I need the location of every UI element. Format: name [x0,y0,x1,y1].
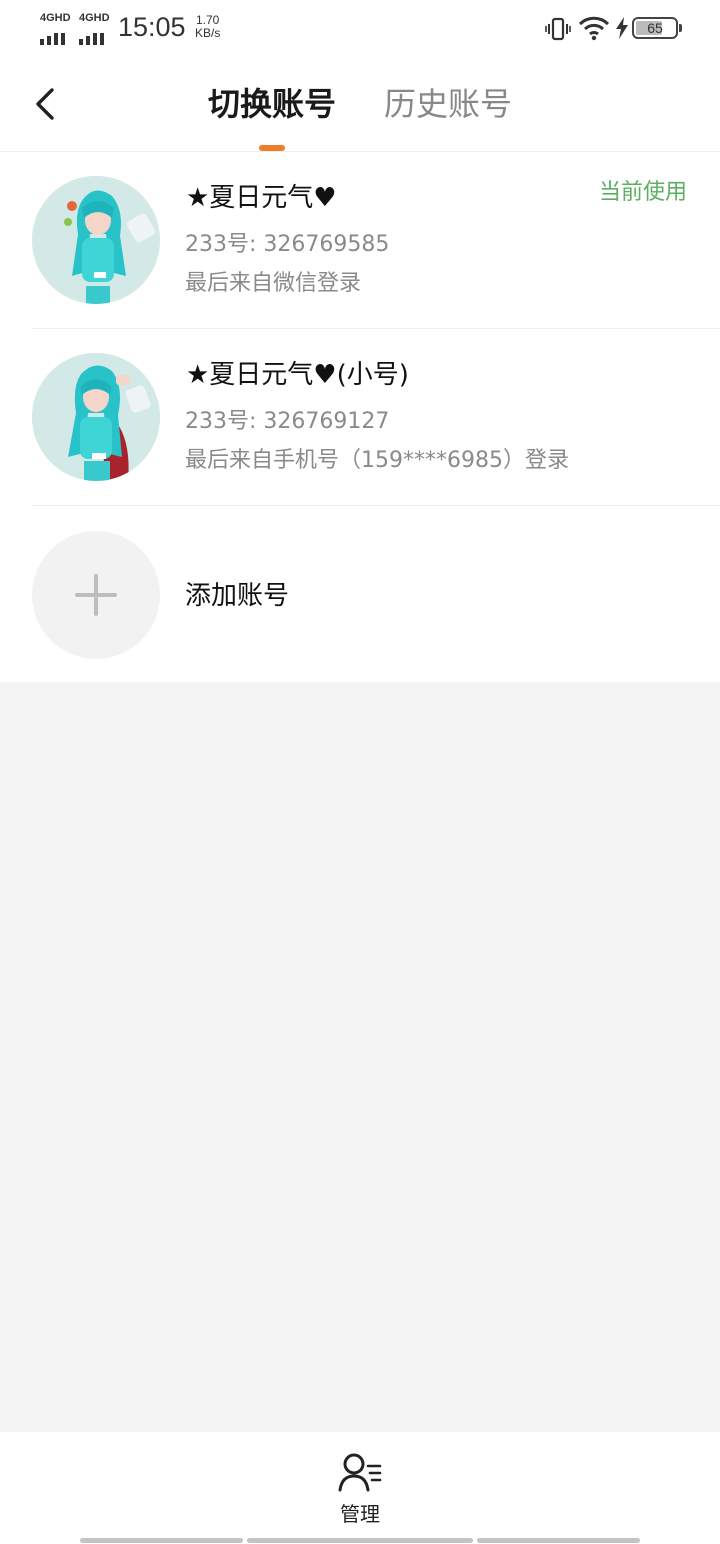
manage-label: 管理 [340,1502,380,1526]
tab-history-account[interactable]: 历史账号 [384,84,512,124]
account-name: ★夏日元气♥(小号) [186,360,409,390]
charging-icon [616,17,628,39]
account-id: 233号: 326769585 [185,232,390,257]
back-button[interactable] [26,82,66,126]
avatar-character-image [32,176,160,304]
avatar [32,353,160,481]
cell-signal-2-icon: 4GHD [79,12,113,45]
avatar-character-image [32,353,160,481]
active-tab-indicator [259,145,285,151]
network-type-1: 4GHD [40,12,71,24]
vibrate-icon [545,17,571,41]
network-speed: 1.70 KB/s [195,14,220,40]
account-row-current[interactable]: ★夏日元气♥ 233号: 326769585 最后来自微信登录 当前使用 [0,152,720,329]
bottom-bar: 管理 [0,1432,720,1544]
account-login-source: 最后来自手机号（159****6985）登录 [185,448,569,473]
add-account-row[interactable]: 添加账号 [0,506,720,682]
current-in-use-badge: 当前使用 [598,180,687,205]
tab-switch-account[interactable]: 切换账号 [208,84,336,124]
wifi-icon [578,16,610,41]
network-speed-unit: KB/s [195,26,221,40]
gesture-bar-segment [477,1538,640,1543]
battery-level: 65 [647,20,663,36]
add-account-label: 添加账号 [185,581,290,611]
account-id: 233号: 326769127 [185,409,390,434]
network-type-2: 4GHD [79,12,110,24]
account-list: ★夏日元气♥ 233号: 326769585 最后来自微信登录 当前使用 ★夏日… [0,152,720,682]
avatar [32,176,160,304]
manage-button[interactable]: 管理 [320,1452,400,1532]
account-name: ★夏日元气♥ [186,183,337,213]
add-account-button[interactable] [32,531,160,659]
account-login-source: 最后来自微信登录 [185,271,362,296]
plus-icon [75,574,117,616]
battery-icon: 65 [632,17,682,39]
gesture-bar-segment [247,1538,473,1543]
gesture-bar-segment [80,1538,243,1543]
user-manage-icon [338,1453,382,1492]
chevron-left-icon [36,88,54,120]
top-tabs-header: 切换账号 历史账号 [0,60,720,152]
status-bar: 4GHD 4GHD 15:05 1.70 KB/s 65 [0,0,720,60]
cell-signal-1-icon: 4GHD [40,12,74,45]
status-time: 15:05 [118,12,186,42]
account-row-secondary[interactable]: ★夏日元气♥(小号) 233号: 326769127 最后来自手机号（159**… [0,329,720,506]
